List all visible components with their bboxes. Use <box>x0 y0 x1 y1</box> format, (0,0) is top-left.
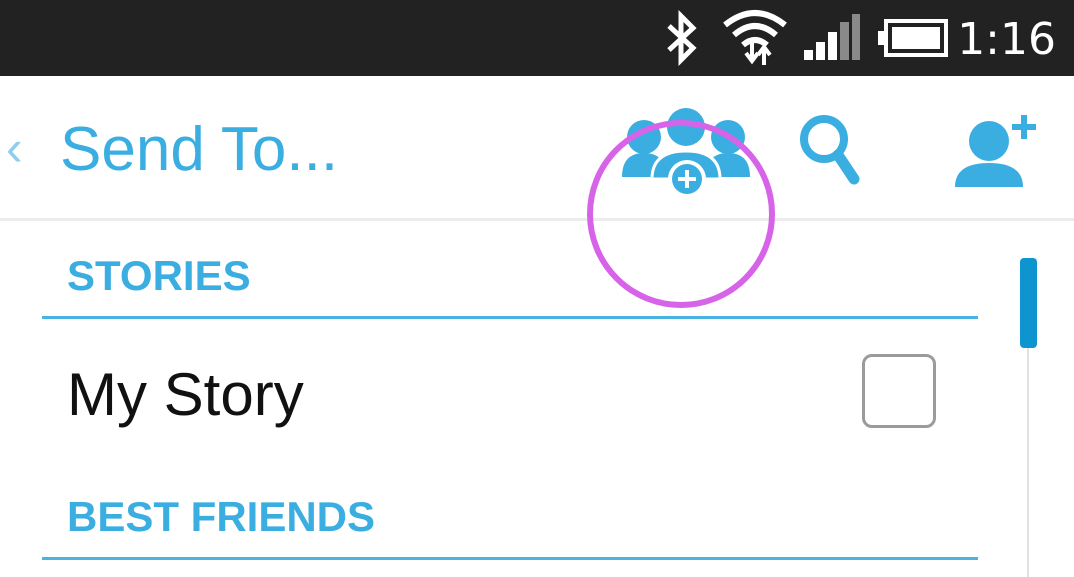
list-item-label: My Story <box>67 361 304 428</box>
clock-time: 1:16 <box>957 14 1056 65</box>
page-title[interactable]: Send To... <box>60 114 338 186</box>
search-button[interactable] <box>795 109 865 189</box>
add-friend-button[interactable] <box>950 110 1040 190</box>
my-story-checkbox[interactable] <box>862 354 936 428</box>
section-header-stories: STORIES <box>67 252 251 299</box>
action-bar: ‹ Send To... <box>0 76 1074 308</box>
section-divider <box>42 557 978 560</box>
section-divider <box>42 316 978 319</box>
search-icon <box>800 115 860 185</box>
back-chevron-icon[interactable]: ‹ <box>6 118 23 178</box>
signal-icon <box>802 0 860 76</box>
section-header-best-friends: BEST FRIENDS <box>67 493 376 540</box>
battery-icon <box>878 0 950 76</box>
bluetooth-icon <box>664 0 700 76</box>
wifi-icon <box>722 0 788 76</box>
scrollbar-thumb[interactable] <box>1020 258 1037 348</box>
highlight-circle <box>587 120 775 308</box>
add-friend-icon <box>955 115 1036 187</box>
status-bar: 1:16 <box>0 0 1074 76</box>
